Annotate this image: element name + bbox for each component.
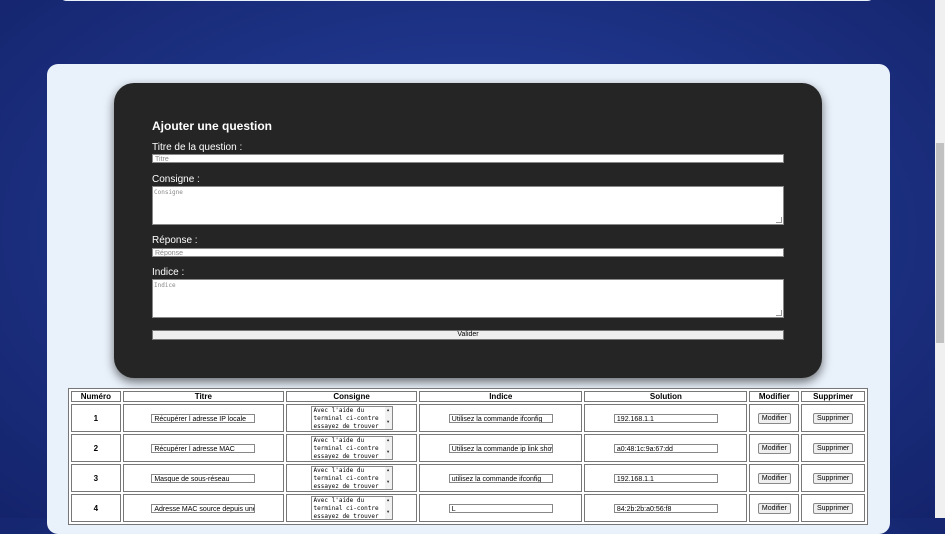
titre-cell: Récupérer l adresse IP locale — [122, 404, 284, 432]
delete-button[interactable]: Supprimer — [812, 442, 854, 454]
header-supprimer: Supprimer — [801, 391, 865, 402]
title-placeholder: Titre — [155, 156, 169, 163]
add-question-form: Ajouter une question Titre de la questio… — [114, 83, 822, 378]
modify-cell: Modifier — [749, 434, 800, 462]
title-input[interactable]: Titre — [152, 154, 784, 163]
solution-input[interactable]: a0:48:1c:9a:67:dd — [613, 443, 718, 453]
header-modifier: Modifier — [749, 391, 800, 402]
table-row: 3 Masque de sous-réseau Avec l'aide du t… — [71, 464, 865, 492]
scroll-arrows-icon[interactable]: ▲ ▼ — [384, 497, 392, 519]
consigne-text: Avec l'aide du terminal ci-contre essaye… — [313, 437, 379, 460]
consigne-textarea[interactable]: Avec l'aide du terminal ci-contre essaye… — [310, 466, 393, 490]
title-label: Titre de la question : — [152, 142, 243, 153]
reponse-placeholder: Réponse — [155, 250, 184, 257]
page-scrollbar[interactable] — [935, 0, 945, 518]
modify-cell: Modifier — [749, 404, 800, 432]
consigne-placeholder: Consigne — [154, 189, 183, 196]
solution-cell: a0:48:1c:9a:67:dd — [584, 434, 748, 462]
delete-button[interactable]: Supprimer — [812, 472, 854, 484]
reponse-input[interactable]: Réponse — [152, 248, 784, 257]
indice-input[interactable]: utilisez la commande ifconfig — [448, 473, 553, 483]
titre-input[interactable]: Récupérer l adresse IP locale — [151, 413, 256, 423]
indice-placeholder: Indice — [154, 282, 176, 289]
modify-cell: Modifier — [749, 464, 800, 492]
header-indice: Indice — [419, 391, 583, 402]
modify-button[interactable]: Modifier — [757, 502, 791, 514]
titre-input[interactable]: Adresse MAC source depuis une t — [151, 503, 256, 513]
row-number: 3 — [71, 464, 121, 492]
consigne-label: Consigne : — [152, 174, 200, 185]
solution-input[interactable]: 84:2b:2b:a0:56:f8 — [613, 503, 718, 513]
modify-button[interactable]: Modifier — [757, 472, 791, 484]
modify-button[interactable]: Modifier — [757, 412, 791, 424]
consigne-textarea[interactable]: Avec l'aide du terminal ci-contre essaye… — [310, 406, 393, 430]
indice-input[interactable]: L — [448, 503, 553, 513]
consigne-text: Avec l'aide du terminal ci-contre essaye… — [313, 407, 379, 430]
indice-input[interactable]: Utilisez la commande ifconfig — [448, 413, 553, 423]
reponse-label: Réponse : — [152, 235, 198, 246]
indice-label: Indice : — [152, 267, 185, 278]
delete-button[interactable]: Supprimer — [812, 502, 854, 514]
indice-cell: Utilisez la commande ifconfig — [419, 404, 583, 432]
delete-cell: Supprimer — [801, 434, 865, 462]
titre-cell: Masque de sous-réseau — [122, 464, 284, 492]
consigne-textarea[interactable]: Avec l'aide du terminal ci-contre essaye… — [310, 436, 393, 460]
header-numero: Numéro — [71, 391, 121, 402]
row-number: 1 — [71, 404, 121, 432]
consigne-cell: Avec l'aide du terminal ci-contre essaye… — [285, 404, 418, 432]
consigne-text: Avec l'aide du terminal ci-contre essaye… — [313, 467, 379, 490]
header-consigne: Consigne — [285, 391, 418, 402]
row-number: 2 — [71, 434, 121, 462]
delete-cell: Supprimer — [801, 464, 865, 492]
questions-table: Numéro Titre Consigne Indice Solution Mo… — [68, 388, 868, 525]
delete-cell: Supprimer — [801, 404, 865, 432]
header-titre: Titre — [122, 391, 284, 402]
indice-cell: Utilisez la commande ip link show — [419, 434, 583, 462]
titre-input[interactable]: Récupérer l adresse MAC — [151, 443, 256, 453]
modify-button[interactable]: Modifier — [757, 442, 791, 454]
solution-cell: 192.168.1.1 — [584, 464, 748, 492]
indice-cell: utilisez la commande ifconfig — [419, 464, 583, 492]
indice-textarea[interactable]: Indice — [152, 279, 784, 318]
scrollbar-thumb[interactable] — [936, 143, 944, 343]
titre-input[interactable]: Masque de sous-réseau — [151, 473, 256, 483]
titre-cell: Récupérer l adresse MAC — [122, 434, 284, 462]
submit-button[interactable]: Valider — [152, 330, 784, 340]
consigne-cell: Avec l'aide du terminal ci-contre essaye… — [285, 464, 418, 492]
consigne-cell: Avec l'aide du terminal ci-contre essaye… — [285, 434, 418, 462]
consigne-text: Avec l'aide du terminal ci-contre essaye… — [313, 497, 379, 520]
solution-input[interactable]: 192.168.1.1 — [613, 413, 718, 423]
solution-cell: 192.168.1.1 — [584, 404, 748, 432]
scroll-arrows-icon[interactable]: ▲ ▼ — [384, 407, 392, 429]
table-header-row: Numéro Titre Consigne Indice Solution Mo… — [71, 391, 865, 402]
header-solution: Solution — [584, 391, 748, 402]
solution-input[interactable]: 192.168.1.1 — [613, 473, 718, 483]
indice-input[interactable]: Utilisez la commande ip link show — [448, 443, 553, 453]
form-title: Ajouter une question — [152, 119, 272, 133]
scroll-arrows-icon[interactable]: ▲ ▼ — [384, 467, 392, 489]
top-panel-edge — [58, 0, 876, 1]
resize-handle-icon[interactable] — [776, 217, 782, 223]
table-row: 2 Récupérer l adresse MAC Avec l'aide du… — [71, 434, 865, 462]
scroll-arrows-icon[interactable]: ▲ ▼ — [384, 437, 392, 459]
delete-button[interactable]: Supprimer — [812, 412, 854, 424]
consigne-textarea[interactable]: Avec l'aide du terminal ci-contre essaye… — [310, 496, 393, 520]
consigne-textarea[interactable]: Consigne — [152, 186, 784, 225]
table-row: 1 Récupérer l adresse IP locale Avec l'a… — [71, 404, 865, 432]
resize-handle-icon[interactable] — [776, 310, 782, 316]
